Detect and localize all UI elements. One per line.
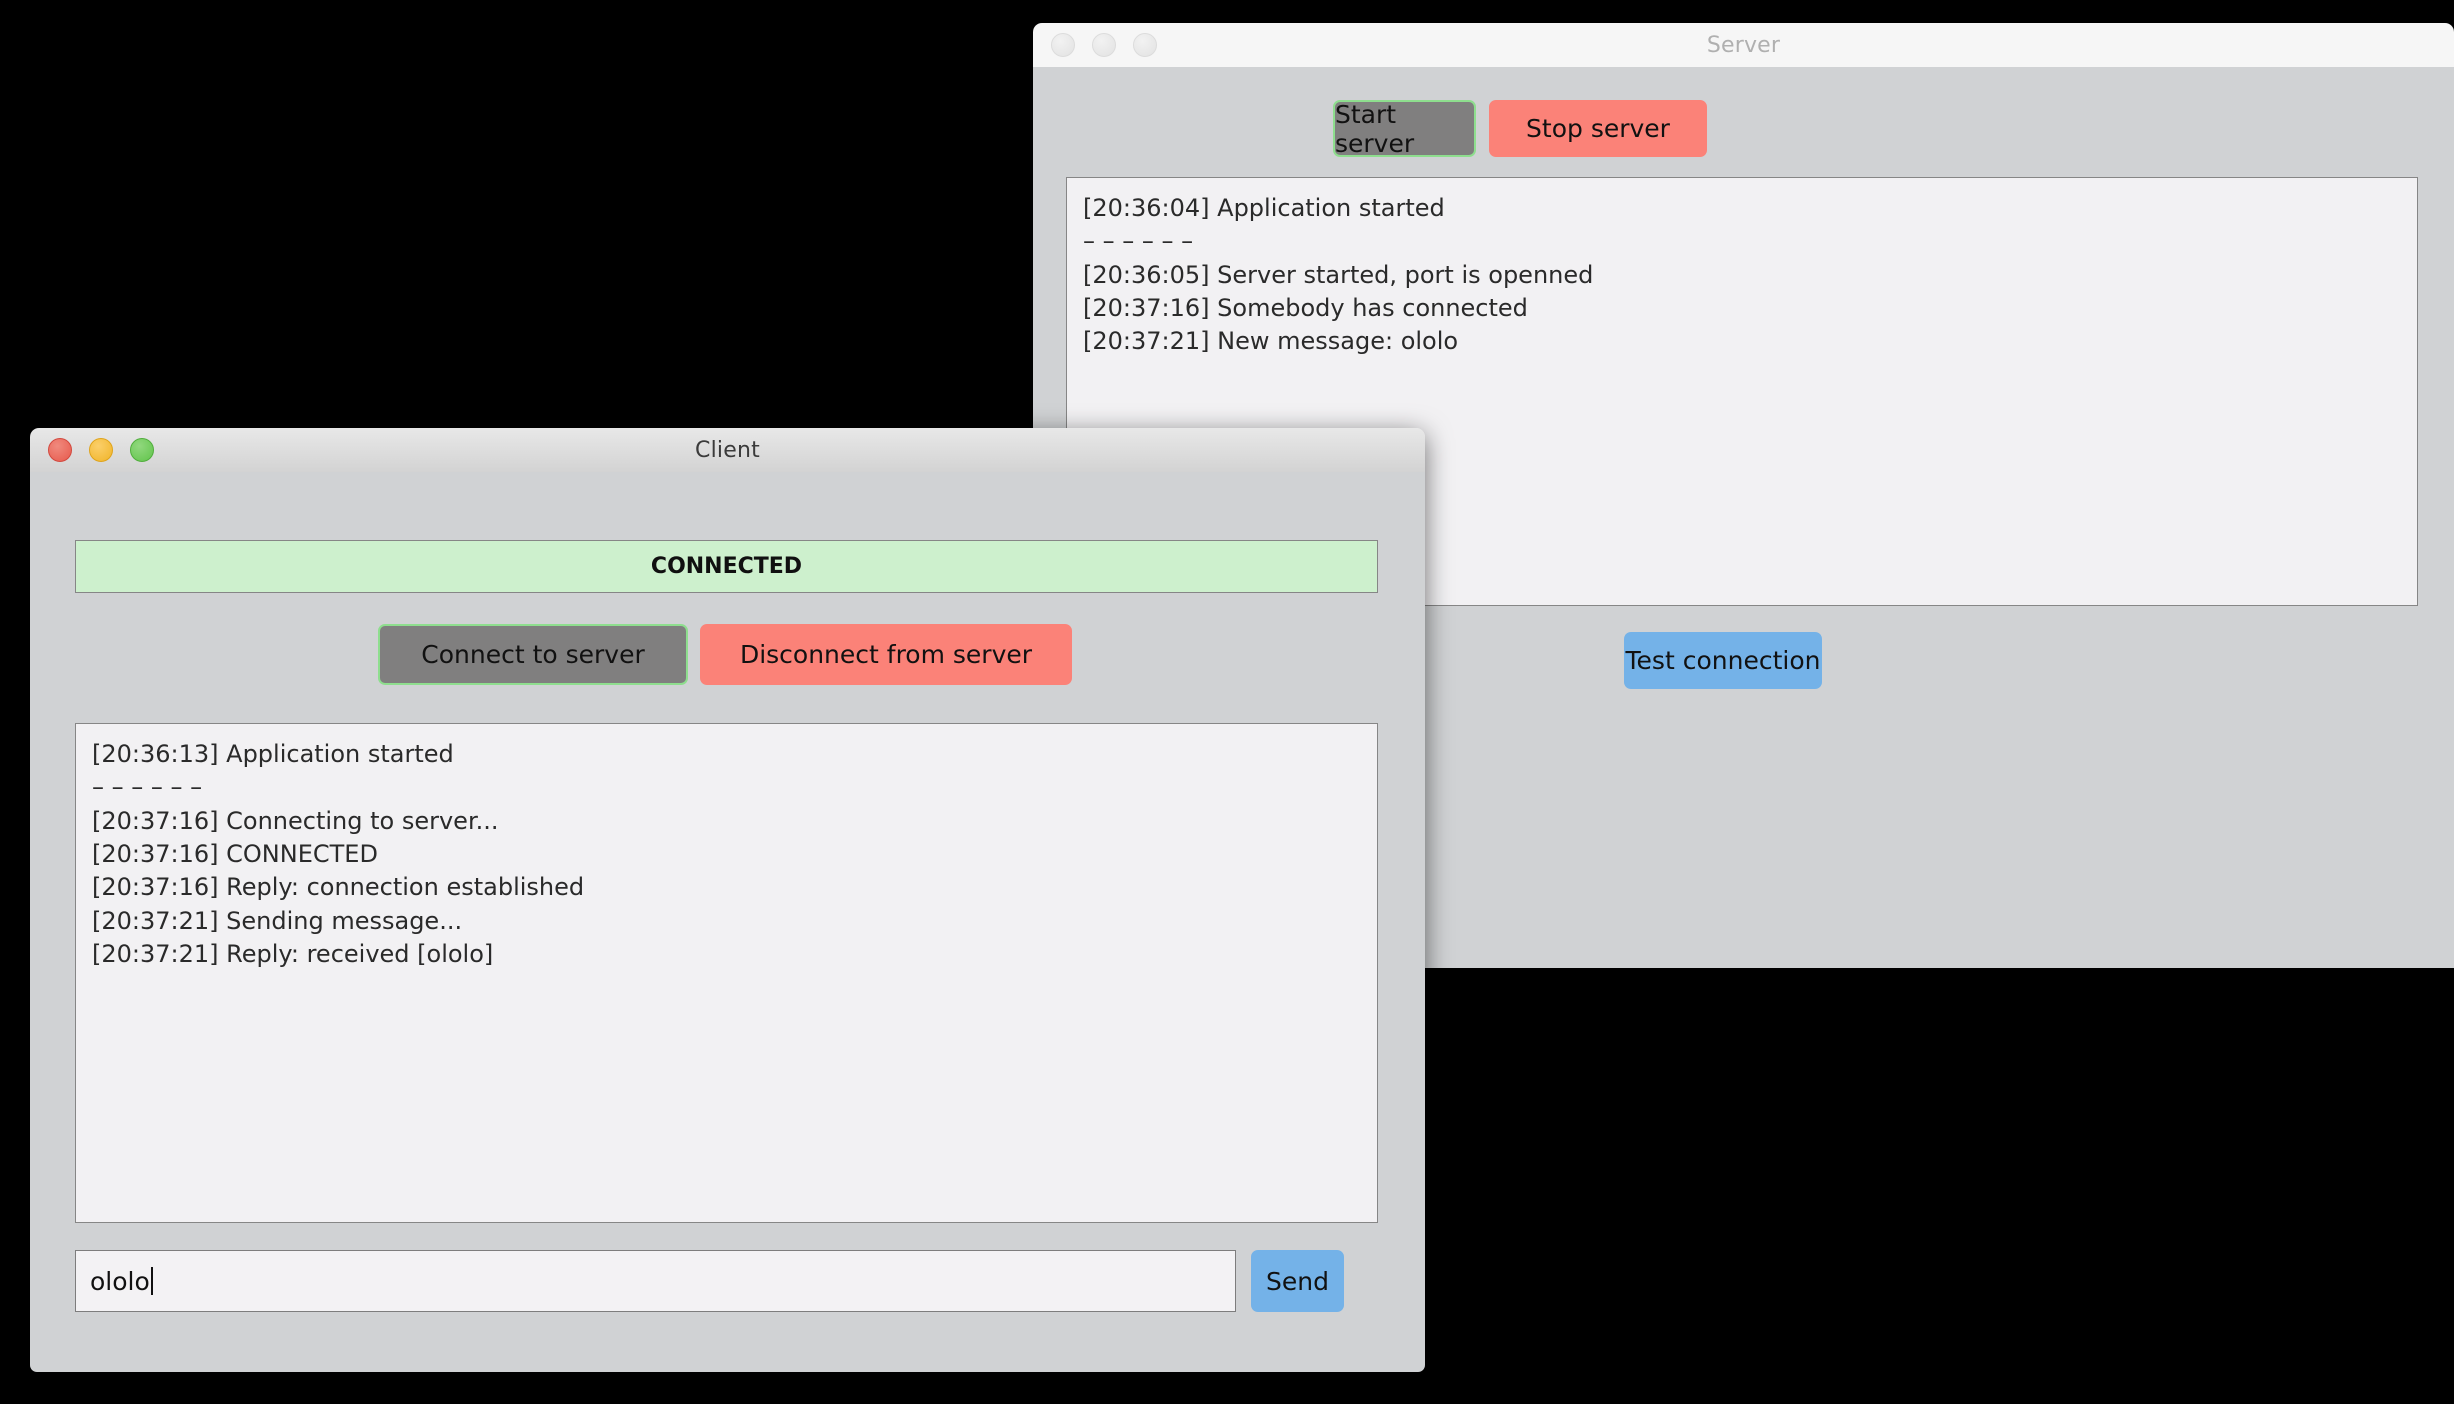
server-traffic-lights[interactable] — [1051, 33, 1157, 57]
message-input[interactable]: ololo — [75, 1250, 1236, 1312]
client-window-title: Client — [695, 437, 760, 463]
client-window-body: CONNECTED Connect to server Disconnect f… — [30, 472, 1425, 1372]
close-button-icon[interactable] — [1051, 33, 1075, 57]
log-line: – – – – – – — [92, 773, 203, 802]
stop-server-button[interactable]: Stop server — [1489, 100, 1707, 157]
log-line: – – – – – – — [1083, 227, 1194, 256]
start-server-button[interactable]: Start server — [1333, 100, 1476, 158]
minimize-button-icon[interactable] — [89, 438, 113, 462]
minimize-button-icon[interactable] — [1092, 33, 1116, 57]
test-connection-button[interactable]: Test connection — [1624, 632, 1822, 689]
close-button-icon[interactable] — [48, 438, 72, 462]
log-line: [20:37:16] Connecting to server... — [92, 806, 499, 835]
text-caret — [150, 1267, 153, 1295]
connection-status-badge: CONNECTED — [75, 540, 1378, 593]
log-line: [20:36:05] Server started, port is openn… — [1083, 260, 1594, 289]
send-button[interactable]: Send — [1251, 1250, 1344, 1312]
log-line: [20:37:21] Reply: received [ololo] — [92, 940, 494, 969]
maximize-button-icon[interactable] — [130, 438, 154, 462]
disconnect-from-server-button[interactable]: Disconnect from server — [700, 624, 1072, 685]
log-line: [20:37:21] Sending message... — [92, 906, 463, 935]
client-log-pane[interactable]: [20:36:13] Application started – – – – –… — [75, 723, 1378, 1223]
client-window[interactable]: Client CONNECTED Connect to server Disco… — [30, 428, 1425, 1372]
log-line: [20:36:04] Application started — [1083, 194, 1445, 222]
message-input-value: ololo — [90, 1266, 150, 1296]
log-line: [20:37:21] New message: ololo — [1083, 327, 1459, 356]
log-line: [20:37:16] CONNECTED — [92, 840, 378, 869]
log-line: [20:37:16] Reply: connection established — [92, 873, 585, 902]
server-window-title: Server — [1706, 32, 1781, 58]
log-line: [20:37:16] Somebody has connected — [1083, 294, 1528, 323]
log-line: [20:36:13] Application started — [92, 740, 454, 768]
server-titlebar[interactable]: Server — [1033, 23, 2454, 68]
connect-to-server-button[interactable]: Connect to server — [378, 624, 688, 685]
client-titlebar[interactable]: Client — [30, 428, 1425, 473]
client-traffic-lights[interactable] — [48, 438, 154, 462]
maximize-button-icon[interactable] — [1133, 33, 1157, 57]
